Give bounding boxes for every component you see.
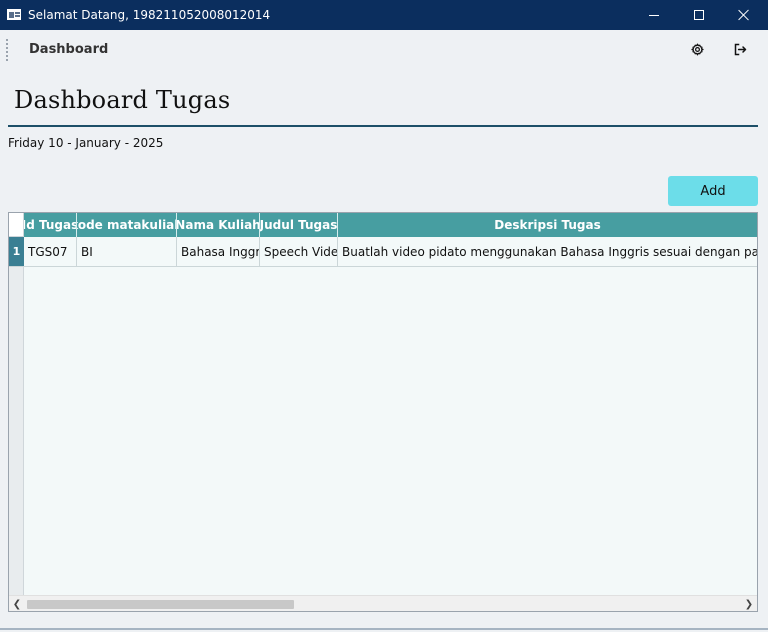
toolbar-grip[interactable] [6,39,8,61]
toolbar: Dashboard [0,30,768,70]
column-header-deskripsi-tugas[interactable]: Deskripsi Tugas [338,213,757,237]
task-table[interactable]: Id Tugas kode matakuliah Nama Kuliah Jud… [8,212,758,612]
close-button[interactable] [721,0,767,30]
close-icon [738,9,750,21]
row-header-gutter [9,213,24,595]
row-selector[interactable]: 1 [9,237,24,267]
add-button[interactable]: Add [668,176,758,206]
scrollbar-thumb[interactable] [27,600,294,609]
window-bottom-border [0,628,768,630]
column-header-nama-kuliah[interactable]: Nama Kuliah [177,213,260,237]
app-icon [7,9,21,20]
column-header-judul-tugas[interactable]: Judul Tugas [260,213,338,237]
cell-judul-tugas[interactable]: Speech Video [260,237,338,266]
cell-nama-kuliah[interactable]: Bahasa Inggris [177,237,260,266]
current-date: Friday 10 - January - 2025 [8,136,164,150]
minimize-button[interactable] [631,0,677,30]
cell-kode-matakuliah[interactable]: BI [77,237,177,266]
page-title: Dashboard Tugas [14,86,231,114]
select-all-corner[interactable] [9,213,24,237]
logout-icon [734,43,746,55]
logout-button[interactable] [731,40,749,58]
title-divider [8,125,758,127]
table-header: Id Tugas kode matakuliah Nama Kuliah Jud… [24,213,757,237]
maximize-icon [694,10,704,20]
minimize-icon [649,14,659,16]
window-title: Selamat Datang, 198211052008012014 [28,8,271,22]
toolbar-title: Dashboard [29,42,109,57]
gear-icon [690,43,704,55]
column-header-kode-matakuliah[interactable]: kode matakuliah [77,213,177,237]
column-header-id-tugas[interactable]: Id Tugas [24,213,77,237]
scroll-left-icon[interactable]: ❮ [9,596,25,611]
title-bar: Selamat Datang, 198211052008012014 [0,0,768,30]
horizontal-scrollbar[interactable]: ❮ ❯ [9,595,757,611]
scroll-right-icon[interactable]: ❯ [741,596,757,611]
cell-deskripsi-tugas[interactable]: Buatlah video pidato menggunakan Bahasa … [338,237,757,266]
settings-button[interactable] [688,40,706,58]
table-row[interactable]: TGS07 BI Bahasa Inggris Speech Video Bua… [24,237,757,267]
maximize-button[interactable] [676,0,722,30]
cell-id-tugas[interactable]: TGS07 [24,237,77,266]
